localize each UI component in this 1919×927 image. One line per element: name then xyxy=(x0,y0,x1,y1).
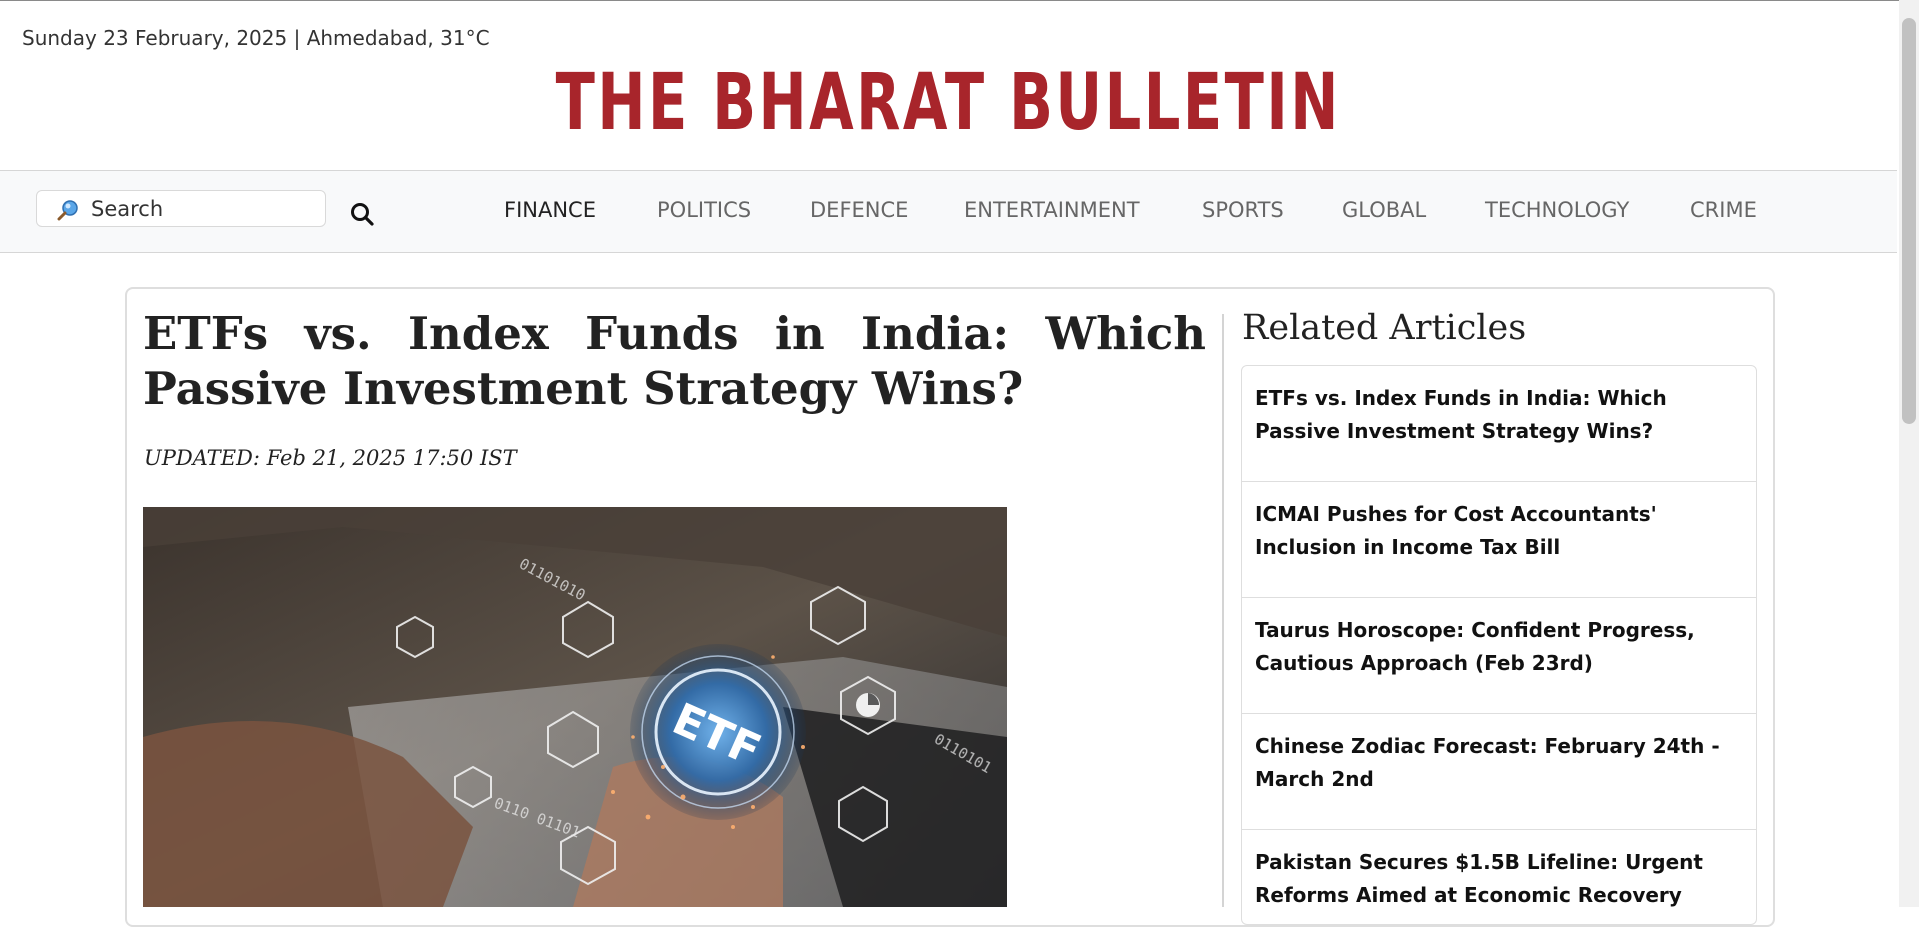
main-navbar: FINANCE POLITICS DEFENCE ENTERTAINMENT S… xyxy=(0,170,1897,253)
etf-illustration: ETF 01101010 0110 01101 0110101 xyxy=(143,507,1007,907)
page-scrollbar-thumb[interactable] xyxy=(1902,18,1916,424)
related-article-item[interactable]: Chinese Zodiac Forecast: February 24th -… xyxy=(1242,714,1756,830)
nav-item-politics[interactable]: POLITICS xyxy=(657,198,751,222)
search-box[interactable] xyxy=(36,190,326,227)
nav-item-sports[interactable]: SPORTS xyxy=(1202,198,1284,222)
related-articles-list: ETFs vs. Index Funds in India: Which Pas… xyxy=(1241,365,1757,925)
related-article-title[interactable]: Taurus Horoscope: Confident Progress, Ca… xyxy=(1255,614,1744,680)
nav-item-global[interactable]: GLOBAL xyxy=(1342,198,1426,222)
article-updated-timestamp: UPDATED: Feb 21, 2025 17:50 IST xyxy=(144,446,517,470)
related-article-item[interactable]: Pakistan Secures $1.5B Lifeline: Urgent … xyxy=(1242,830,1756,924)
nav-item-entertainment[interactable]: ENTERTAINMENT xyxy=(964,198,1140,222)
nav-item-technology[interactable]: TECHNOLOGY xyxy=(1485,198,1629,222)
nav-item-defence[interactable]: DEFENCE xyxy=(810,198,908,222)
column-divider xyxy=(1222,314,1224,907)
related-article-title[interactable]: Pakistan Secures $1.5B Lifeline: Urgent … xyxy=(1255,846,1744,912)
article-title: ETFs vs. Index Funds in India: Which Pas… xyxy=(143,307,1206,415)
related-article-title[interactable]: ICMAI Pushes for Cost Accountants' Inclu… xyxy=(1255,498,1744,564)
related-article-item[interactable]: ETFs vs. Index Funds in India: Which Pas… xyxy=(1242,366,1756,482)
browser-top-border xyxy=(0,0,1919,1)
related-article-item[interactable]: ICMAI Pushes for Cost Accountants' Inclu… xyxy=(1242,482,1756,598)
magnifier-emoji-icon xyxy=(57,200,78,221)
nav-item-finance[interactable]: FINANCE xyxy=(504,198,596,222)
nav-item-crime[interactable]: CRIME xyxy=(1690,198,1757,222)
article-hero-image: ETF 01101010 0110 01101 0110101 xyxy=(143,507,1007,907)
search-icon[interactable] xyxy=(349,201,377,229)
site-masthead-logo[interactable]: THE BHARAT BULLETIN xyxy=(170,58,1726,148)
search-input[interactable] xyxy=(89,193,319,224)
related-article-title[interactable]: ETFs vs. Index Funds in India: Which Pas… xyxy=(1255,382,1744,448)
related-article-title[interactable]: Chinese Zodiac Forecast: February 24th -… xyxy=(1255,730,1744,796)
related-articles-heading: Related Articles xyxy=(1242,308,1527,348)
related-article-item[interactable]: Taurus Horoscope: Confident Progress, Ca… xyxy=(1242,598,1756,714)
dateline: Sunday 23 February, 2025 | Ahmedabad, 31… xyxy=(22,26,490,50)
